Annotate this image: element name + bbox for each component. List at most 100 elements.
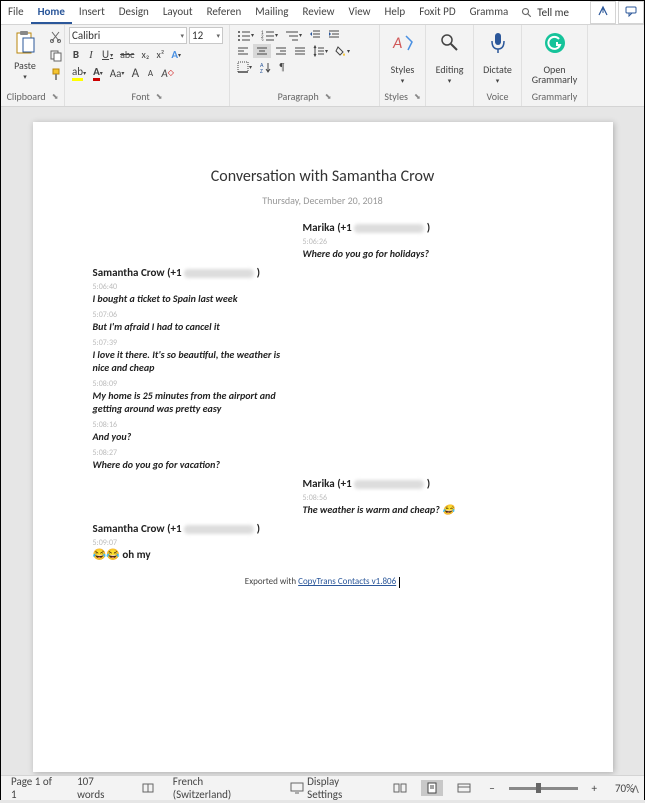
font-size-combo[interactable]: 12▾ (189, 27, 223, 44)
brush-icon (49, 68, 62, 81)
tab-grammarly[interactable]: Gramma (463, 1, 516, 24)
page-count[interactable]: Page 1 of 1 (7, 773, 63, 803)
outdent-icon (309, 29, 321, 41)
zoom-slider[interactable] (509, 787, 578, 790)
tab-mailings[interactable]: Mailing (248, 1, 295, 24)
copy-button[interactable] (46, 47, 65, 64)
align-left-button[interactable] (234, 44, 252, 58)
redacted-phone (184, 269, 254, 278)
tab-references[interactable]: Referen (200, 1, 249, 24)
show-marks-button[interactable]: ¶ (275, 59, 289, 75)
share-icon (597, 5, 609, 17)
sender-sam-2: Samantha Crow (+1 ) 5:09:07😂😂 oh my (93, 522, 553, 562)
language-button[interactable]: French (Switzerland) (169, 773, 267, 803)
doc-title: Conversation with Samantha Crow (93, 167, 553, 186)
align-right-icon (275, 46, 287, 56)
styles-button[interactable]: A Styles▾ (384, 27, 421, 87)
read-icon (393, 782, 407, 794)
tab-foxit[interactable]: Foxit PD (412, 1, 462, 24)
tab-help[interactable]: Help (378, 1, 413, 24)
line-spacing-button[interactable]: ▾ (310, 43, 331, 59)
spacing-icon (313, 45, 325, 57)
subscript-button[interactable]: x₂ (138, 46, 152, 63)
tell-me-search[interactable]: Tell me (515, 1, 575, 24)
decrease-indent-button[interactable] (306, 27, 324, 43)
shrink-font-button[interactable]: A (143, 66, 157, 81)
numbering-icon: 123 (261, 29, 275, 41)
status-bar: Page 1 of 1 107 words French (Switzerlan… (1, 775, 644, 800)
redacted-phone (354, 480, 424, 489)
read-mode-button[interactable] (389, 780, 411, 796)
word-count[interactable]: 107 words (73, 773, 127, 803)
increase-indent-button[interactable] (325, 27, 343, 43)
tab-layout[interactable]: Layout (156, 1, 200, 24)
paste-button[interactable]: Paste▾ (5, 27, 45, 83)
align-right-button[interactable] (272, 44, 290, 58)
paste-icon (11, 29, 39, 57)
grow-font-button[interactable]: A (128, 64, 142, 83)
document-scroll-area[interactable]: Conversation with Samantha Crow Thursday… (1, 107, 644, 775)
tab-insert[interactable]: Insert (72, 1, 112, 24)
find-icon (436, 29, 464, 57)
font-color-button[interactable]: A▾ (90, 63, 106, 83)
clipboard-launcher[interactable]: ⬊ (52, 92, 59, 102)
font-launcher[interactable]: ⬊ (156, 92, 163, 102)
superscript-button[interactable]: x² (153, 46, 167, 63)
cut-button[interactable] (46, 28, 65, 45)
highlight-button[interactable]: ab▾ (69, 63, 89, 83)
multilevel-button[interactable]: ▾ (282, 27, 305, 43)
editing-button[interactable]: Editing▾ (430, 27, 469, 87)
bold-button[interactable]: B (69, 46, 83, 63)
numbering-button[interactable]: 123▾ (258, 27, 281, 43)
styles-launcher[interactable]: ⬊ (414, 92, 421, 102)
share-button[interactable] (590, 1, 616, 24)
group-font: Calibri▾ 12▾ B I U▾ abc x₂ x² A▾ ab▾ A▾ … (65, 25, 230, 106)
collapse-ribbon-button[interactable]: ᐱ (632, 783, 639, 796)
tab-home[interactable]: Home (31, 1, 72, 24)
align-center-icon (256, 46, 268, 56)
borders-button[interactable]: ▾ (234, 59, 255, 75)
change-case-button[interactable]: Aa▾ (107, 65, 128, 82)
tab-view[interactable]: View (341, 1, 377, 24)
comments-button[interactable] (618, 1, 644, 24)
display-settings-button[interactable]: Display Settings (286, 773, 379, 803)
print-layout-button[interactable] (421, 780, 443, 796)
tell-me-label: Tell me (537, 6, 569, 19)
group-editing: Editing▾ . (426, 25, 474, 106)
underline-button[interactable]: U▾ (99, 46, 116, 63)
document-page[interactable]: Conversation with Samantha Crow Thursday… (33, 122, 613, 772)
border-icon (237, 61, 249, 73)
clear-formatting-button[interactable]: A◇ (158, 65, 177, 82)
web-layout-button[interactable] (453, 780, 475, 796)
justify-button[interactable] (291, 44, 309, 58)
paragraph-launcher[interactable]: ⬊ (325, 92, 332, 102)
group-voice: Dictate▾ Voice (474, 25, 522, 106)
shading-button[interactable]: ▾ (332, 43, 353, 59)
redacted-phone (354, 224, 424, 233)
svg-text:Z: Z (260, 67, 263, 73)
zoom-thumb[interactable] (536, 783, 541, 793)
bullets-button[interactable]: ▾ (234, 27, 257, 43)
align-center-button[interactable] (253, 44, 271, 58)
tab-file[interactable]: File (1, 1, 31, 24)
copy-icon (49, 49, 62, 62)
spell-check-button[interactable] (137, 779, 159, 797)
zoom-out-button[interactable]: − (485, 780, 498, 797)
bullets-icon (237, 29, 251, 41)
dictate-button[interactable]: Dictate▾ (478, 27, 517, 87)
strikethrough-button[interactable]: abc (117, 46, 137, 63)
grammarly-button[interactable]: Open Grammarly (526, 27, 583, 87)
svg-text:3: 3 (261, 38, 264, 41)
tab-review[interactable]: Review (296, 1, 342, 24)
export-link[interactable]: CopyTrans Contacts v1.806 (298, 576, 396, 587)
text-effects-button[interactable]: A▾ (168, 46, 184, 63)
multilevel-icon (285, 29, 299, 41)
italic-button[interactable]: I (84, 47, 98, 63)
format-painter-button[interactable] (46, 66, 65, 83)
tab-design[interactable]: Design (112, 1, 156, 24)
text-cursor (399, 577, 400, 588)
zoom-in-button[interactable]: + (588, 780, 601, 797)
sort-button[interactable]: AZ (256, 59, 274, 75)
font-name-combo[interactable]: Calibri▾ (69, 27, 187, 44)
doc-date: Thursday, December 20, 2018 (93, 194, 553, 207)
